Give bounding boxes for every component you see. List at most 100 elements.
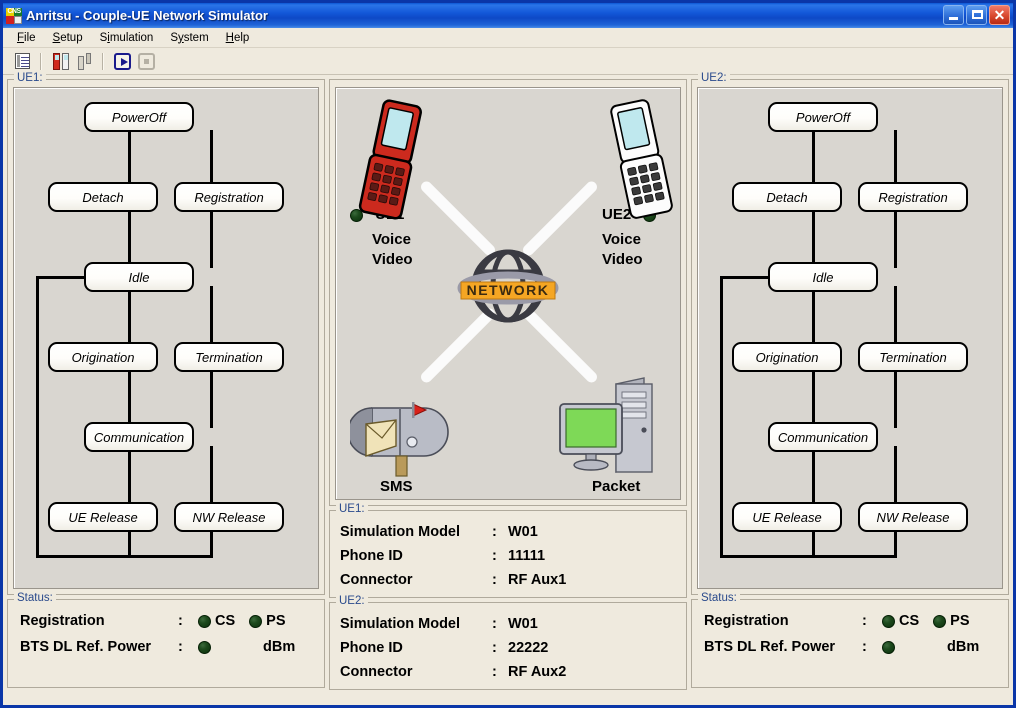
colon: : [862,613,867,629]
node-ue-release[interactable]: UE Release [732,502,842,532]
node-termination[interactable]: Termination [174,342,284,372]
cs-label: CS [899,613,920,629]
ue2-column: UE2: PowerOff Detach Registration Idle O… [691,72,1009,702]
ue2-services: Voice Video [602,230,643,270]
node-origination[interactable]: Origination [732,342,842,372]
node-idle[interactable]: Idle [768,262,878,292]
node-detach[interactable]: Detach [732,182,842,212]
ue2-info-label: UE2: [336,595,368,607]
label: BTS DL Ref. Power [20,639,152,655]
menu-item-help[interactable]: Help [218,31,259,45]
bts-tower-icon[interactable] [73,50,95,72]
colon: : [862,639,867,655]
ue1-status-group: Status: Registration : CS PS BTS DL Ref.… [7,592,325,688]
node-origination[interactable]: Origination [48,342,158,372]
menu-bar: File Setup Simulation System Help [3,28,1013,48]
ue2-state-diagram: PowerOff Detach Registration Idle Origin… [697,87,1003,589]
edge-feedback-left [720,276,723,558]
node-detach[interactable]: Detach [48,182,158,212]
ue1-state-diagram-group: UE1: PowerOff Detach Registration Idle O… [7,72,325,595]
power-led [198,640,211,654]
ue2-service-video: Video [602,251,643,268]
edge [210,206,213,268]
ue1-info-group: UE1: Simulation Model : W01 Phone ID : 1… [329,503,687,599]
application-window: CNS Anritsu - Couple-UE Network Simulato… [0,0,1016,708]
edge [128,286,131,348]
network-diagram-group: UE1 Voice Video UE2 Voice Video [329,79,687,506]
network-diagram: UE1 Voice Video UE2 Voice Video [335,87,681,500]
edge [128,130,131,188]
edge [128,206,131,268]
mailbox-icon [350,402,449,477]
colon: : [492,664,497,680]
ue1-services: Voice Video [372,230,413,270]
edge [812,130,815,188]
node-termination[interactable]: Termination [858,342,968,372]
title-bar-buttons: ✕ [943,5,1010,25]
node-poweroff[interactable]: PowerOff [84,102,194,132]
window-title: Anritsu - Couple-UE Network Simulator [26,8,268,23]
cs-label: CS [215,613,236,629]
info-value: 22222 [508,640,549,656]
ue2-status-label: Status: [698,592,740,604]
info-row: Connector : RF Aux1 [340,568,686,592]
info-row: Simulation Model : W01 [340,612,686,636]
ue1-column: UE1: PowerOff Detach Registration Idle O… [7,72,325,702]
info-key: Simulation Model [340,524,461,540]
label: BTS DL Ref. Power [704,639,836,655]
network-globe-icon: NETWORK [444,241,572,331]
ue2-info-rows: Simulation Model : W01 Phone ID : 22222 … [330,603,686,691]
colon: : [492,640,497,656]
edge [128,366,131,428]
menu-item-simulation[interactable]: Simulation [92,31,163,45]
ue2-group-label: UE2: [698,72,730,84]
menu-item-setup[interactable]: Setup [45,31,92,45]
node-registration[interactable]: Registration [858,182,968,212]
ps-led [249,614,263,628]
ue2-service-voice: Voice [602,231,641,248]
info-row: Connector : RF Aux2 [340,660,686,684]
info-row: Simulation Model : W01 [340,520,686,544]
menu-item-file[interactable]: File [9,31,45,45]
list-icon[interactable] [11,50,33,72]
edge [894,286,897,348]
colon: : [492,616,497,632]
ue2-status-group: Status: Registration : CS PS BTS DL Ref.… [691,592,1009,688]
node-ue-release[interactable]: UE Release [48,502,158,532]
node-registration[interactable]: Registration [174,182,284,212]
phone-pair-icon[interactable] [49,50,71,72]
menu-item-system[interactable]: System [162,31,217,45]
colon: : [492,572,497,588]
node-poweroff[interactable]: PowerOff [768,102,878,132]
ue1-status-rows: Registration : CS PS BTS DL Ref. Power :… [8,600,324,666]
info-key: Connector [340,572,413,588]
edge [812,286,815,348]
packet-device-label: Packet [592,478,641,495]
ue2-state-diagram-group: UE2: PowerOff Detach Registration Idle O… [691,72,1009,595]
node-communication[interactable]: Communication [768,422,878,452]
edge-feedback-bottom [720,555,897,558]
edge [894,366,897,428]
maximize-button[interactable] [966,5,987,25]
node-idle[interactable]: Idle [84,262,194,292]
info-key: Phone ID [340,640,403,656]
toolbar [3,48,1013,75]
ps-label: PS [950,613,970,629]
colon: : [178,639,183,655]
ue1-info-rows: Simulation Model : W01 Phone ID : 11111 … [330,511,686,599]
info-value: 11111 [508,548,546,564]
cs-led [882,614,895,628]
cs-led [198,614,211,628]
minimize-button[interactable] [943,5,964,25]
edge [210,366,213,428]
edge [812,366,815,428]
node-communication[interactable]: Communication [84,422,194,452]
info-row: Phone ID : 22222 [340,636,686,660]
colon: : [178,613,183,629]
colon: : [492,524,497,540]
node-nw-release[interactable]: NW Release [858,502,968,532]
node-nw-release[interactable]: NW Release [174,502,284,532]
toolbar-separator [102,52,104,70]
close-button[interactable]: ✕ [989,5,1010,25]
play-icon[interactable] [111,50,133,72]
